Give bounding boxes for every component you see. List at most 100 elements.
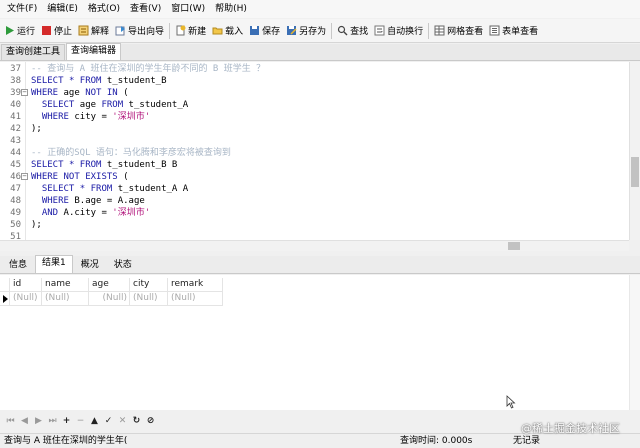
export-wizard-button[interactable]: 导出向导 [112, 21, 167, 41]
new-button[interactable]: 新建 [172, 21, 209, 41]
line-number: 46 [10, 172, 21, 182]
menu-item-4[interactable]: 窗口(W) [166, 0, 210, 18]
menu-item-2[interactable]: 格式(O) [83, 0, 125, 18]
toolbar-divider [331, 22, 333, 39]
line-number: 37 [10, 64, 21, 74]
line-number: 47 [10, 184, 21, 194]
table-row[interactable]: (Null) (Null) (Null) (Null) (Null) [0, 292, 223, 306]
word-wrap-label: 自动换行 [387, 27, 424, 37]
grid-icon [434, 25, 445, 36]
load-button[interactable]: 载入 [209, 21, 246, 41]
menu-item-3[interactable]: 查看(V) [125, 0, 166, 18]
first-record-icon[interactable]: ⏮ [4, 415, 17, 428]
code-text: SELECT age FROM t_student_A [41, 100, 189, 110]
word-wrap-icon [374, 25, 385, 36]
save-as-button[interactable]: 另存为 [283, 21, 329, 41]
code-line[interactable]: 37 -- 查询与 A 班住在深圳的学生年龄不同的 B 班学生 ？ [0, 63, 628, 75]
explain-button[interactable]: 解释 [75, 21, 112, 41]
explain-icon [78, 25, 89, 36]
prev-record-icon[interactable]: ◀ [18, 415, 31, 428]
cell-id[interactable]: (Null) [10, 292, 42, 306]
current-row-arrow-icon [3, 295, 8, 303]
cell-remark[interactable]: (Null) [168, 292, 223, 306]
cancel-changes-icon[interactable]: ✕ [116, 415, 129, 428]
column-header-id[interactable]: id [10, 278, 42, 292]
fold-toggle-icon[interactable]: − [21, 173, 28, 180]
code-line[interactable]: 39− WHERE age NOT IN ( [0, 87, 628, 99]
last-record-icon[interactable]: ⏭ [46, 415, 59, 428]
discard-changes-icon[interactable]: ✓ [102, 415, 115, 428]
save-as-label: 另存为 [299, 27, 327, 37]
mouse-cursor-icon [506, 395, 516, 409]
grid-view-button[interactable]: 网格查看 [431, 21, 486, 41]
cell-age[interactable]: (Null) [89, 292, 130, 306]
refresh-icon[interactable]: ↻ [130, 415, 143, 428]
line-number: 45 [10, 160, 21, 170]
stop-icon[interactable]: ⊘ [144, 415, 157, 428]
cell-name[interactable]: (Null) [42, 292, 89, 306]
code-line[interactable]: 47 SELECT * FROM t_student_A A [0, 183, 628, 195]
code-line[interactable]: 42); [0, 123, 628, 135]
menu-item-5[interactable]: 帮助(H) [210, 0, 252, 18]
tab-status[interactable]: 状态 [107, 257, 139, 273]
stop-icon [42, 26, 52, 35]
tab-result-1[interactable]: 结果1 [35, 255, 73, 273]
code-line[interactable]: 46− WHERE NOT EXISTS ( [0, 171, 628, 183]
code-text: AND A.city = '深圳市' [41, 208, 151, 218]
new-label: 新建 [188, 27, 207, 37]
sql-editor[interactable]: 37 -- 查询与 A 班住在深圳的学生年龄不同的 B 班学生 ？ 38 SELECT… [0, 62, 640, 240]
code-line[interactable]: 38 SELECT * FROM t_student_B [0, 75, 628, 87]
run-label: 运行 [17, 27, 36, 37]
word-wrap-button[interactable]: 自动换行 [371, 21, 426, 41]
watermark: @稀土掘金技术社区 [521, 422, 620, 435]
stop-button[interactable]: 停止 [38, 21, 75, 41]
line-number: 39 [10, 88, 21, 98]
code-line[interactable]: 40 SELECT age FROM t_student_A [0, 99, 628, 111]
grid-view-label: 网格查看 [447, 27, 484, 37]
code-line[interactable]: 49 AND A.city = '深圳市' [0, 207, 628, 219]
tab-info[interactable]: 信息 [2, 257, 34, 273]
code-line[interactable]: 50); [0, 219, 628, 231]
line-number: 40 [10, 100, 21, 110]
menu-item-0[interactable]: 文件(F) [2, 0, 42, 18]
line-number: 38 [10, 76, 21, 86]
load-label: 载入 [225, 27, 244, 37]
run-button[interactable]: 运行 [1, 21, 38, 41]
column-header-name[interactable]: name [42, 278, 89, 292]
status-query-time: 查询时间: 0.000s [400, 436, 473, 446]
code-text: ); [31, 124, 42, 134]
grid-vertical-scrollbar[interactable] [629, 275, 640, 410]
add-record-icon[interactable]: + [60, 415, 73, 428]
column-header-city[interactable]: city [130, 278, 168, 292]
scroll-thumb[interactable] [508, 242, 520, 250]
new-icon [176, 25, 186, 36]
editor-vertical-scrollbar[interactable] [629, 62, 640, 240]
scroll-thumb[interactable] [631, 157, 639, 187]
form-view-button[interactable]: 表单查看 [486, 21, 541, 41]
next-record-icon[interactable]: ▶ [32, 415, 45, 428]
editor-horizontal-scrollbar[interactable] [0, 240, 629, 251]
line-number: 51 [10, 232, 21, 240]
code-line[interactable]: 41 WHERE city = '深圳市' [0, 111, 628, 123]
tab-profile[interactable]: 概况 [74, 257, 106, 273]
code-line[interactable]: 48 WHERE B.age = A.age [0, 195, 628, 207]
tab-query-builder[interactable]: 查询创建工具 [1, 44, 66, 60]
stop-label: 停止 [54, 27, 73, 37]
delete-record-icon[interactable]: − [74, 415, 87, 428]
code-line[interactable]: 44 -- 正确的SQL 语句：马化腾和李彦宏将被查询到 [0, 147, 628, 159]
column-header-age[interactable]: age [89, 278, 130, 292]
code-line[interactable]: 51 [0, 231, 628, 240]
toolbar: 运行 停止 解释 导出向导 新建 载入 保存 另存为 查找 自动换行 网格查看 … [0, 19, 640, 43]
save-button[interactable]: 保存 [246, 21, 283, 41]
code-line[interactable]: 43 [0, 135, 628, 147]
code-line[interactable]: 45 SELECT * FROM t_student_B B [0, 159, 628, 171]
column-header-remark[interactable]: remark [168, 278, 223, 292]
cell-city[interactable]: (Null) [130, 292, 168, 306]
fold-toggle-icon[interactable]: − [21, 89, 28, 96]
menu-item-1[interactable]: 编辑(E) [42, 0, 83, 18]
find-button[interactable]: 查找 [334, 21, 371, 41]
save-icon [250, 26, 260, 35]
apply-changes-icon[interactable]: ▲ [88, 415, 101, 428]
line-number: 41 [10, 112, 21, 122]
tab-query-editor[interactable]: 查询编辑器 [66, 43, 122, 60]
